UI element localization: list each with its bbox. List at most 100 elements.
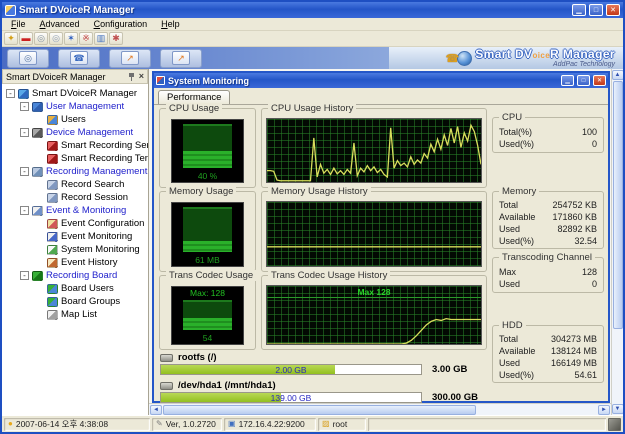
stat-row: Available 171860 KB <box>493 212 603 222</box>
tree-expand-icon[interactable]: - <box>20 206 29 215</box>
vertical-scrollbar[interactable]: ▲ ▼ <box>611 69 623 415</box>
tree-expand-icon[interactable]: - <box>20 271 29 280</box>
event-monitor-small-icon[interactable]: ※ <box>79 32 93 45</box>
tree-item-board-users[interactable]: Board Users <box>2 282 148 295</box>
event-config-small-icon[interactable]: ✶ <box>64 32 78 45</box>
event-history-small-icon[interactable]: ✱ <box>109 32 123 45</box>
system-monitor-small-icon[interactable]: ▥ <box>94 32 108 45</box>
gauge-display: Max: 12854 <box>171 286 244 345</box>
scroll-right-icon[interactable]: ► <box>598 405 610 415</box>
tree-item-board-groups[interactable]: Board Groups <box>2 295 148 308</box>
child-restore-button[interactable]: □ <box>577 75 590 86</box>
disk-name: /dev/hda1 (/mnt/hda1) <box>178 380 276 391</box>
tree-expand-icon[interactable]: - <box>6 89 15 98</box>
stat-row: Used0 <box>493 279 603 289</box>
event-configuration-button[interactable]: ↗ <box>109 49 151 68</box>
tree-item-smart-dvoicer-manager[interactable]: -Smart DVoiceR Manager <box>2 87 148 100</box>
menu-configuration[interactable]: Configuration <box>87 19 155 29</box>
history-chart: Max 128 <box>266 285 482 345</box>
scroll-down-icon[interactable]: ▼ <box>612 404 624 414</box>
child-minimize-button[interactable]: ▁ <box>561 75 574 86</box>
close-button[interactable]: ✕ <box>606 4 620 16</box>
tree-item-map-list[interactable]: Map List <box>2 308 148 321</box>
vertical-scroll-thumb[interactable] <box>613 81 623 329</box>
users-icon <box>47 115 58 125</box>
minimize-button[interactable]: ▁ <box>572 4 586 16</box>
disk-icon <box>160 382 173 390</box>
tree-expand-icon[interactable]: - <box>20 102 29 111</box>
disk-name: rootfs (/) <box>178 352 217 363</box>
system-monitoring-button[interactable]: ↗ <box>160 49 202 68</box>
scroll-up-icon[interactable]: ▲ <box>612 70 624 80</box>
stat-label: Available <box>499 212 535 222</box>
tree-item-system-monitoring[interactable]: System Monitoring <box>2 243 148 256</box>
maximize-button[interactable]: □ <box>589 4 603 16</box>
menu-file[interactable]: File <box>4 19 33 29</box>
tree-item-user-management[interactable]: -User Management <box>2 100 148 113</box>
window-title: Smart DVoiceR Manager <box>19 5 569 16</box>
recording-board-icon <box>32 271 43 281</box>
pin-icon[interactable] <box>128 72 135 82</box>
record-search-button[interactable]: ◎ <box>7 49 49 68</box>
stat-group-transcoding-channel: Transcoding ChannelMax128Used0 <box>492 257 604 293</box>
stat-label: Total <box>499 334 518 344</box>
system-monitoring-icon <box>47 245 58 255</box>
disk-usage-bar: 2.00 GB <box>160 364 422 375</box>
tree-item-users[interactable]: Users <box>2 113 148 126</box>
scroll-left-icon[interactable]: ◄ <box>150 405 162 415</box>
history-title: Memory Usage History <box>268 186 371 197</box>
tree-item-event-monitoring[interactable]: Event Monitoring <box>2 230 148 243</box>
tree-item-record-search[interactable]: Record Search <box>2 178 148 191</box>
tree-item-recording-management[interactable]: -Recording Management <box>2 165 148 178</box>
record-session-small-icon[interactable]: ◎ <box>49 32 63 45</box>
tree-item-label: Record Search <box>61 179 124 190</box>
gauge-display: 61 MB <box>171 202 244 267</box>
stat-row: Total(%)100 <box>493 127 603 137</box>
connect-icon[interactable]: ✦ <box>4 32 18 45</box>
disconnect-icon-glyph: ▬ <box>22 34 31 43</box>
stat-group-title: Transcoding Channel <box>499 252 595 263</box>
tree-item-smart-recording-server[interactable]: Smart Recording Server <box>2 139 148 152</box>
gauge-fill <box>183 318 232 330</box>
tree-item-event-configuration[interactable]: Event Configuration <box>2 217 148 230</box>
child-close-button[interactable]: ✕ <box>593 75 606 86</box>
event-config-small-icon-glyph: ✶ <box>67 34 75 43</box>
tree-item-smart-recording-terminal[interactable]: Smart Recording Terminal <box>2 152 148 165</box>
panel-close-icon[interactable]: × <box>139 72 144 81</box>
menu-advanced[interactable]: Advanced <box>33 19 87 29</box>
stat-row: Used(%)32.54 <box>493 236 603 246</box>
record-search-small-icon[interactable]: ◎ <box>34 32 48 45</box>
monitor-content: CPU Usage40 %Memory Usage61 MBTrans Code… <box>154 105 608 401</box>
tree-item-record-session[interactable]: Record Session <box>2 191 148 204</box>
record-session-button[interactable]: ☎ <box>58 49 100 68</box>
tree-item-label: Smart Recording Server <box>61 140 148 151</box>
tab-performance[interactable]: Performance <box>158 90 230 104</box>
disk-used-label: 139.00 GB <box>161 393 421 402</box>
status-text: root <box>333 419 348 429</box>
disk-total-label: 3.00 GB <box>432 364 467 375</box>
tree-item-label: Event & Monitoring <box>46 205 126 216</box>
tree-item-recording-board[interactable]: -Recording Board <box>2 269 148 282</box>
tree-item-label: Smart Recording Terminal <box>61 153 148 164</box>
horizontal-scroll-thumb[interactable] <box>163 405 476 415</box>
horizontal-scrollbar[interactable]: ◄ ► <box>149 403 611 415</box>
stat-value: 100 <box>582 127 597 137</box>
tree-item-device-management[interactable]: -Device Management <box>2 126 148 139</box>
stat-row: Max128 <box>493 267 603 277</box>
status-text: 172.16.4.22:9200 <box>239 419 305 429</box>
stat-value: 82892 KB <box>557 224 597 234</box>
app-globe-icon <box>18 89 29 99</box>
version-icon: ✎ <box>156 420 163 428</box>
tree-item-event-monitoring[interactable]: - Event & Monitoring <box>2 204 148 217</box>
disconnect-icon[interactable]: ▬ <box>19 32 33 45</box>
gauge-title: Memory Usage <box>166 186 236 197</box>
main-area: Smart DVoiceR Manager × -Smart DVoiceR M… <box>2 69 623 415</box>
tree-expand-icon[interactable]: - <box>20 167 29 176</box>
tree-item-event-history[interactable]: Event History <box>2 256 148 269</box>
disk-used-label: 2.00 GB <box>161 365 421 374</box>
menu-help[interactable]: Help <box>154 19 187 29</box>
tree-expand-icon[interactable]: - <box>20 128 29 137</box>
map-list-icon <box>47 310 58 320</box>
toolbar-large-buttons: ◎ ☎ ↗ ↗ <box>7 49 202 68</box>
stat-value: 171860 KB <box>552 212 597 222</box>
